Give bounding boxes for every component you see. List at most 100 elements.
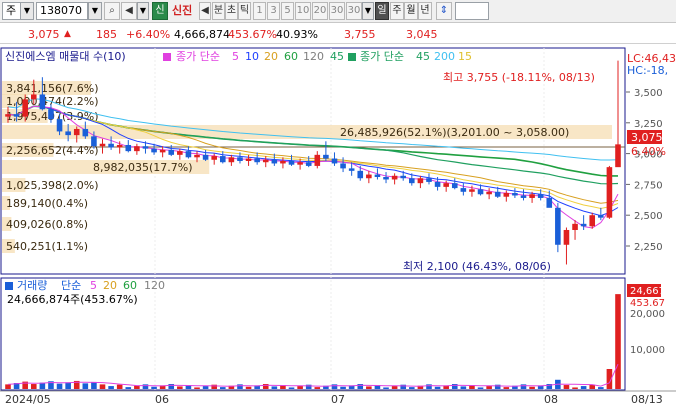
turnover-rate: 40.93% <box>276 28 318 41</box>
volume-bar <box>56 383 63 389</box>
period-button-5[interactable]: 5 <box>281 2 294 20</box>
period-button-tick[interactable]: 틱 <box>238 2 251 20</box>
profile-label: 540,251(1.1%) <box>6 240 88 253</box>
legend-ma-swatch <box>163 53 171 61</box>
vol-legend-title: 거래량 <box>17 279 47 292</box>
stock-chart-window: 주 ▼ 138070 ▼ ⌕ ◀ ▼ 신 신진 ◀ 분 초 틱 1 3 5 10… <box>0 0 676 408</box>
candle-body <box>451 183 458 189</box>
vol-legend-ma-5: 5 <box>90 279 97 292</box>
candle-body <box>297 162 303 165</box>
candle-body <box>426 178 432 182</box>
period-button-30[interactable]: 30 <box>329 2 345 20</box>
candle-body <box>48 109 54 120</box>
profile-label: 189,140(0.4%) <box>6 197 88 210</box>
candle-body <box>305 162 312 166</box>
candle-body <box>503 193 510 197</box>
candle-body <box>56 119 63 132</box>
legend-ma-10: 10 <box>245 50 259 63</box>
period-button-30b[interactable]: 30 <box>346 2 362 20</box>
y-tick-label: 2,250 <box>634 242 663 253</box>
volume-bar <box>400 384 407 389</box>
candle-body <box>108 143 114 148</box>
volume-bar <box>598 387 604 389</box>
vol-legend-swatch <box>5 282 13 290</box>
period-button-sec[interactable]: 초 <box>225 2 238 20</box>
period-button-day[interactable]: 일 <box>375 2 389 20</box>
period-button-min[interactable]: 분 <box>212 2 225 20</box>
volume-bar <box>91 381 97 389</box>
volume-bar <box>82 383 89 389</box>
volume-bar <box>615 294 621 389</box>
legend-ma-5: 5 <box>232 50 239 63</box>
chart-area[interactable]: 3,841,156(7.6%)1,090,474(2.2%)1,975,497(… <box>0 46 676 408</box>
volume-bar <box>366 386 372 389</box>
candle-body <box>537 194 544 198</box>
candle-body <box>323 154 329 159</box>
legend-stock: 신진에스엠 매물대 수(10) <box>5 50 126 63</box>
volume-bar <box>331 384 338 389</box>
volume-bar <box>116 384 123 389</box>
volume-bar <box>288 387 295 389</box>
search-icon[interactable]: ⌕ <box>104 2 120 20</box>
candle-body <box>91 136 97 147</box>
candle-body <box>73 128 80 136</box>
candle-body <box>366 174 372 179</box>
updown-arrow-icon[interactable]: ⇕ <box>436 2 452 20</box>
vol-legend-ma-20: 20 <box>103 279 117 292</box>
candle-body <box>159 149 166 153</box>
volume-bar <box>134 385 140 389</box>
volume-profile: 3,841,156(7.6%)1,090,474(2.2%)1,975,497(… <box>2 81 612 253</box>
x-label-08-13: 08/13 <box>631 393 663 406</box>
period-button-20[interactable]: 20 <box>312 2 328 20</box>
volume-bar <box>142 384 149 389</box>
profile-label: 1,025,398(2.0%) <box>6 179 99 192</box>
period-button-10[interactable]: 10 <box>295 2 311 20</box>
period-button-week[interactable]: 주 <box>390 2 404 20</box>
high-price: 3,755 <box>344 28 376 41</box>
candle-body <box>13 114 20 117</box>
legend-ma2-swatch <box>348 53 356 61</box>
candle-body <box>580 223 587 227</box>
period-button-month[interactable]: 월 <box>404 2 418 20</box>
candle-body <box>546 197 553 208</box>
candle-body <box>443 183 449 187</box>
period-button-1[interactable]: 1 <box>253 2 266 20</box>
code-dropdown-icon[interactable]: ▼ <box>88 2 102 20</box>
volume-bar <box>194 387 200 389</box>
price-change-rate: +6.40% <box>126 28 171 41</box>
change-tag-text: 6.40% <box>631 145 666 158</box>
candle-body <box>520 195 527 198</box>
volume-bar <box>108 386 114 389</box>
volume-bar <box>340 386 346 389</box>
market-dropdown-icon[interactable]: ▼ <box>20 2 34 20</box>
candle-body <box>409 178 415 184</box>
volume-bar <box>99 384 106 389</box>
volume-bar <box>245 386 252 389</box>
candle-body <box>168 149 175 155</box>
period-button-year[interactable]: 년 <box>418 2 432 20</box>
price-volume-chart[interactable]: 3,841,156(7.6%)1,090,474(2.2%)1,975,497(… <box>0 46 676 408</box>
period-dropdown-icon[interactable]: ▼ <box>362 2 374 20</box>
volume-bar <box>65 382 71 389</box>
vol-legend-ma-title: 단순 <box>61 279 81 292</box>
candle-body <box>116 144 123 148</box>
extra-input[interactable] <box>455 2 489 20</box>
candle-body <box>237 157 243 161</box>
prev-arrow-icon[interactable]: ◀ <box>199 2 211 20</box>
volume-bar <box>211 384 217 389</box>
period-button-3[interactable]: 3 <box>267 2 280 20</box>
volume-bar <box>314 387 321 389</box>
quote-row: 3,075 ▲ 185 +6.40% 4,666,874 453.67% 40.… <box>0 24 676 44</box>
candle-body <box>280 160 286 164</box>
candle-body <box>434 181 441 187</box>
legend-ma-20: 20 <box>264 50 278 63</box>
code-input[interactable]: 138070 <box>36 2 88 20</box>
candle-body <box>555 207 561 245</box>
candle-body <box>271 159 278 164</box>
candle-body <box>529 194 535 198</box>
candle-body <box>211 156 217 160</box>
candle-body <box>82 128 89 137</box>
speaker-dropdown-icon[interactable]: ▼ <box>137 2 149 20</box>
speaker-icon[interactable]: ◀ <box>121 2 137 20</box>
toolbar: 주 ▼ 138070 ▼ ⌕ ◀ ▼ 신 신진 ◀ 분 초 틱 1 3 5 10… <box>0 0 676 23</box>
